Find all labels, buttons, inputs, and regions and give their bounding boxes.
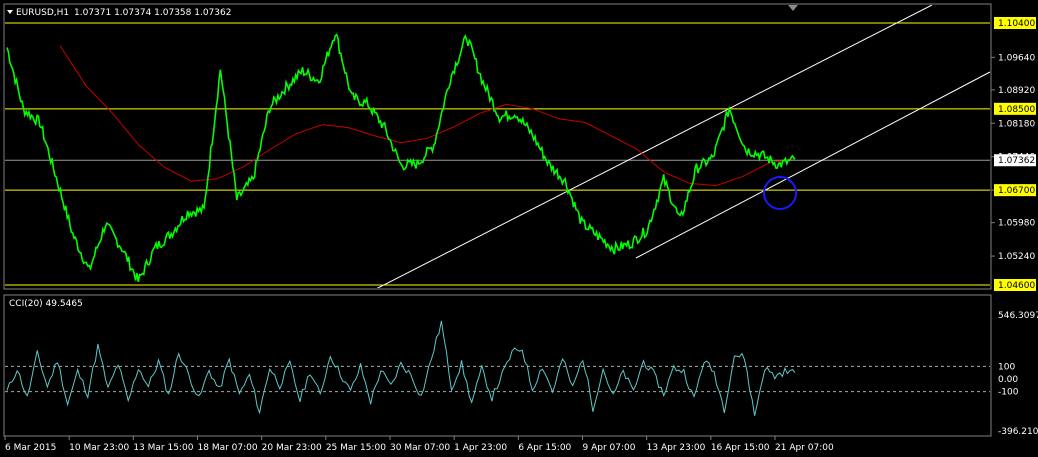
level-price-label: 1.06700 bbox=[998, 186, 1035, 196]
cci-tick-label: -396.2105 bbox=[998, 427, 1038, 437]
time-tick-label: 13 Apr 23:00 bbox=[647, 443, 706, 453]
cci-tick-label: 546.3097 bbox=[998, 311, 1038, 321]
level-price-label: 1.04600 bbox=[998, 281, 1035, 291]
current-price-label: 1.07362 bbox=[998, 156, 1035, 166]
main-panel[interactable] bbox=[3, 3, 992, 290]
symbol-label: EURUSD,H1 bbox=[16, 8, 69, 18]
cci-tick-label: -100 bbox=[998, 388, 1019, 398]
price-tick-label: 1.08180 bbox=[998, 119, 1035, 129]
time-tick-label: 13 Mar 15:00 bbox=[133, 443, 193, 453]
time-tick-label: 6 Mar 2015 bbox=[5, 443, 56, 453]
level-price-label: 1.10400 bbox=[998, 19, 1035, 29]
time-tick-label: 20 Mar 23:00 bbox=[262, 443, 322, 453]
ohlc-label: 1.07371 1.07374 1.07358 1.07362 bbox=[74, 8, 231, 18]
price-tick-label: 1.08920 bbox=[998, 86, 1035, 96]
time-tick-label: 1 Apr 23:00 bbox=[454, 443, 507, 453]
price-tick-label: 1.09640 bbox=[998, 53, 1035, 63]
time-tick-label: 18 Mar 07:00 bbox=[198, 443, 258, 453]
time-tick-label: 6 Apr 15:00 bbox=[518, 443, 571, 453]
cci-tick-label: 0.00 bbox=[998, 375, 1018, 385]
price-tick-label: 1.05240 bbox=[998, 252, 1035, 262]
level-price-label: 1.08500 bbox=[998, 105, 1035, 115]
time-tick-label: 9 Apr 07:00 bbox=[583, 443, 636, 453]
cci-label: CCI(20) 49.5465 bbox=[9, 299, 83, 309]
time-tick-label: 21 Apr 07:00 bbox=[775, 443, 834, 453]
cci-panel[interactable] bbox=[3, 294, 992, 437]
trading-chart[interactable]: 1.096401.089201.081801.074401.067001.059… bbox=[0, 0, 1038, 457]
time-tick-label: 16 Apr 15:00 bbox=[711, 443, 770, 453]
time-tick-label: 10 Mar 23:00 bbox=[69, 443, 129, 453]
time-tick-label: 30 Mar 07:00 bbox=[390, 443, 450, 453]
cci-tick-label: 100 bbox=[998, 362, 1015, 372]
time-tick-label: 25 Mar 15:00 bbox=[326, 443, 386, 453]
price-tick-label: 1.05980 bbox=[998, 219, 1035, 229]
